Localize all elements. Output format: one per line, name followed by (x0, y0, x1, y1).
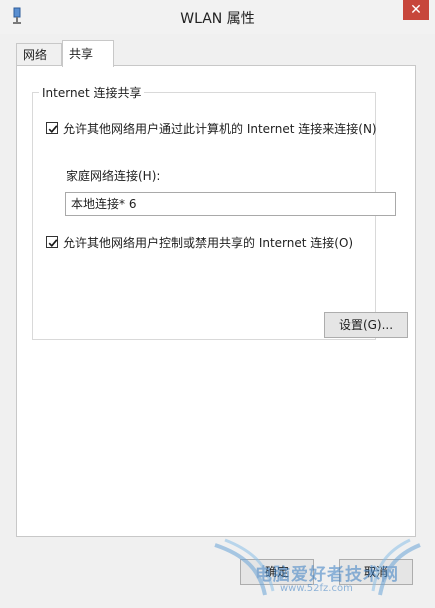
window-title: WLAN 属性 (180, 11, 255, 27)
checkmark-icon (48, 125, 58, 134)
allow-connect-label: 允许其他网络用户通过此计算机的 Internet 连接来连接(N) (63, 121, 377, 136)
settings-button[interactable]: 设置(G)... (324, 312, 408, 338)
allow-connect-row: 允许其他网络用户通过此计算机的 Internet 连接来连接(N) (46, 120, 377, 136)
cancel-button[interactable]: 取消 (339, 559, 413, 585)
checkmark-icon (48, 239, 58, 248)
allow-control-row: 允许其他网络用户控制或禁用共享的 Internet 连接(O) (46, 234, 353, 250)
ok-button[interactable]: 确定 (240, 559, 314, 585)
close-icon: ✕ (410, 2, 422, 18)
tab-network[interactable]: 网络 (16, 43, 62, 65)
ics-groupbox: Internet 连接共享 允许其他网络用户通过此计算机的 Internet 连… (32, 84, 408, 340)
title-bar: WLAN 属性 ✕ (0, 0, 435, 34)
home-network-field[interactable]: 本地连接* 6 (65, 192, 396, 216)
sharing-tab-panel: Internet 连接共享 允许其他网络用户通过此计算机的 Internet 连… (16, 65, 416, 537)
allow-control-checkbox[interactable] (46, 236, 58, 248)
tab-sharing[interactable]: 共享 (62, 40, 114, 67)
group-title: Internet 连接共享 (39, 84, 145, 101)
allow-control-label: 允许其他网络用户控制或禁用共享的 Internet 连接(O) (63, 235, 354, 250)
allow-connect-checkbox[interactable] (46, 122, 58, 134)
home-network-label: 家庭网络连接(H): (66, 169, 161, 183)
close-button[interactable]: ✕ (403, 0, 429, 20)
